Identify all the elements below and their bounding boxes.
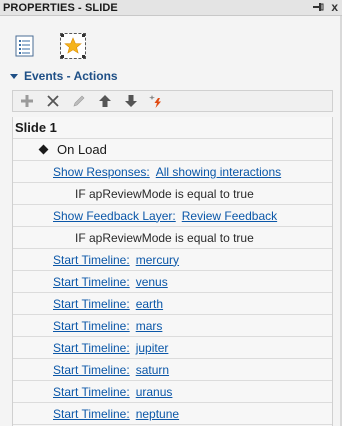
move-up-icon[interactable] — [97, 93, 113, 109]
close-icon[interactable]: x — [331, 0, 338, 14]
condition-row[interactable]: IF apReviewMode is equal to true — [13, 227, 332, 249]
action-link[interactable]: Start Timeline: — [53, 275, 130, 289]
condition-text: IF apReviewMode is equal to true — [75, 186, 254, 201]
action-row[interactable]: Start Timeline: mercury — [13, 249, 332, 271]
action-value-link[interactable]: saturn — [136, 363, 169, 377]
event-label: On Load — [57, 142, 107, 157]
event-row[interactable]: On Load — [13, 139, 332, 161]
action-link[interactable]: Show Feedback Layer: — [53, 209, 176, 223]
action-row[interactable]: Start Timeline: neptune — [13, 403, 332, 425]
action-link[interactable]: Start Timeline: — [53, 319, 130, 333]
condition-text: IF apReviewMode is equal to true — [75, 230, 254, 245]
delete-icon[interactable] — [45, 93, 61, 109]
action-value-link[interactable]: earth — [136, 297, 163, 311]
action-row[interactable]: Start Timeline: earth — [13, 293, 332, 315]
pin-icon[interactable] — [312, 1, 324, 13]
slide-star-icon[interactable] — [60, 33, 86, 59]
action-row[interactable]: Start Timeline: uranus — [13, 381, 332, 403]
action-value-link[interactable]: venus — [136, 275, 168, 289]
action-value-link[interactable]: mars — [136, 319, 163, 333]
edit-icon[interactable] — [71, 93, 87, 109]
add-icon[interactable] — [19, 93, 35, 109]
action-link[interactable]: Start Timeline: — [53, 407, 130, 421]
action-link[interactable]: Start Timeline: — [53, 385, 130, 399]
action-link[interactable]: Start Timeline: — [53, 253, 130, 267]
action-row[interactable]: Show Feedback Layer: Review Feedback — [13, 205, 332, 227]
action-row[interactable]: Start Timeline: jupiter — [13, 337, 332, 359]
action-link[interactable]: Start Timeline: — [53, 341, 130, 355]
action-value-link[interactable]: neptune — [136, 407, 179, 421]
action-value-link[interactable]: jupiter — [136, 341, 169, 355]
list-properties-icon[interactable] — [12, 33, 38, 59]
slide-label: Slide 1 — [15, 120, 57, 135]
move-down-icon[interactable] — [123, 93, 139, 109]
event-diamond-icon — [38, 144, 49, 155]
events-actions-header[interactable]: Events - Actions — [10, 69, 118, 83]
action-row[interactable]: Start Timeline: mars — [13, 315, 332, 337]
action-value-link[interactable]: All showing interactions — [156, 165, 281, 179]
action-value-link[interactable]: Review Feedback — [182, 209, 277, 223]
action-row[interactable]: Start Timeline: venus — [13, 271, 332, 293]
action-value-link[interactable]: mercury — [136, 253, 179, 267]
condition-row[interactable]: IF apReviewMode is equal to true — [13, 183, 332, 205]
slide-row[interactable]: Slide 1 — [13, 117, 332, 139]
sparkle-lightning-icon[interactable] — [149, 93, 165, 109]
action-row[interactable]: Show Responses: All showing interactions — [13, 161, 332, 183]
actions-toolbar — [12, 90, 333, 112]
section-label: Events - Actions — [24, 69, 118, 83]
action-value-link[interactable]: uranus — [136, 385, 173, 399]
panel-title: PROPERTIES - SLIDE — [3, 2, 118, 14]
action-link[interactable]: Show Responses: — [53, 165, 150, 179]
panel-title-bar: PROPERTIES - SLIDE x — [0, 0, 342, 16]
event-actions-tree: Slide 1 On Load Show Responses: All showi… — [12, 117, 333, 426]
action-row[interactable]: Start Timeline: saturn — [13, 359, 332, 381]
action-link[interactable]: Start Timeline: — [53, 297, 130, 311]
action-link[interactable]: Start Timeline: — [53, 363, 130, 377]
collapse-triangle-icon[interactable] — [10, 73, 18, 79]
